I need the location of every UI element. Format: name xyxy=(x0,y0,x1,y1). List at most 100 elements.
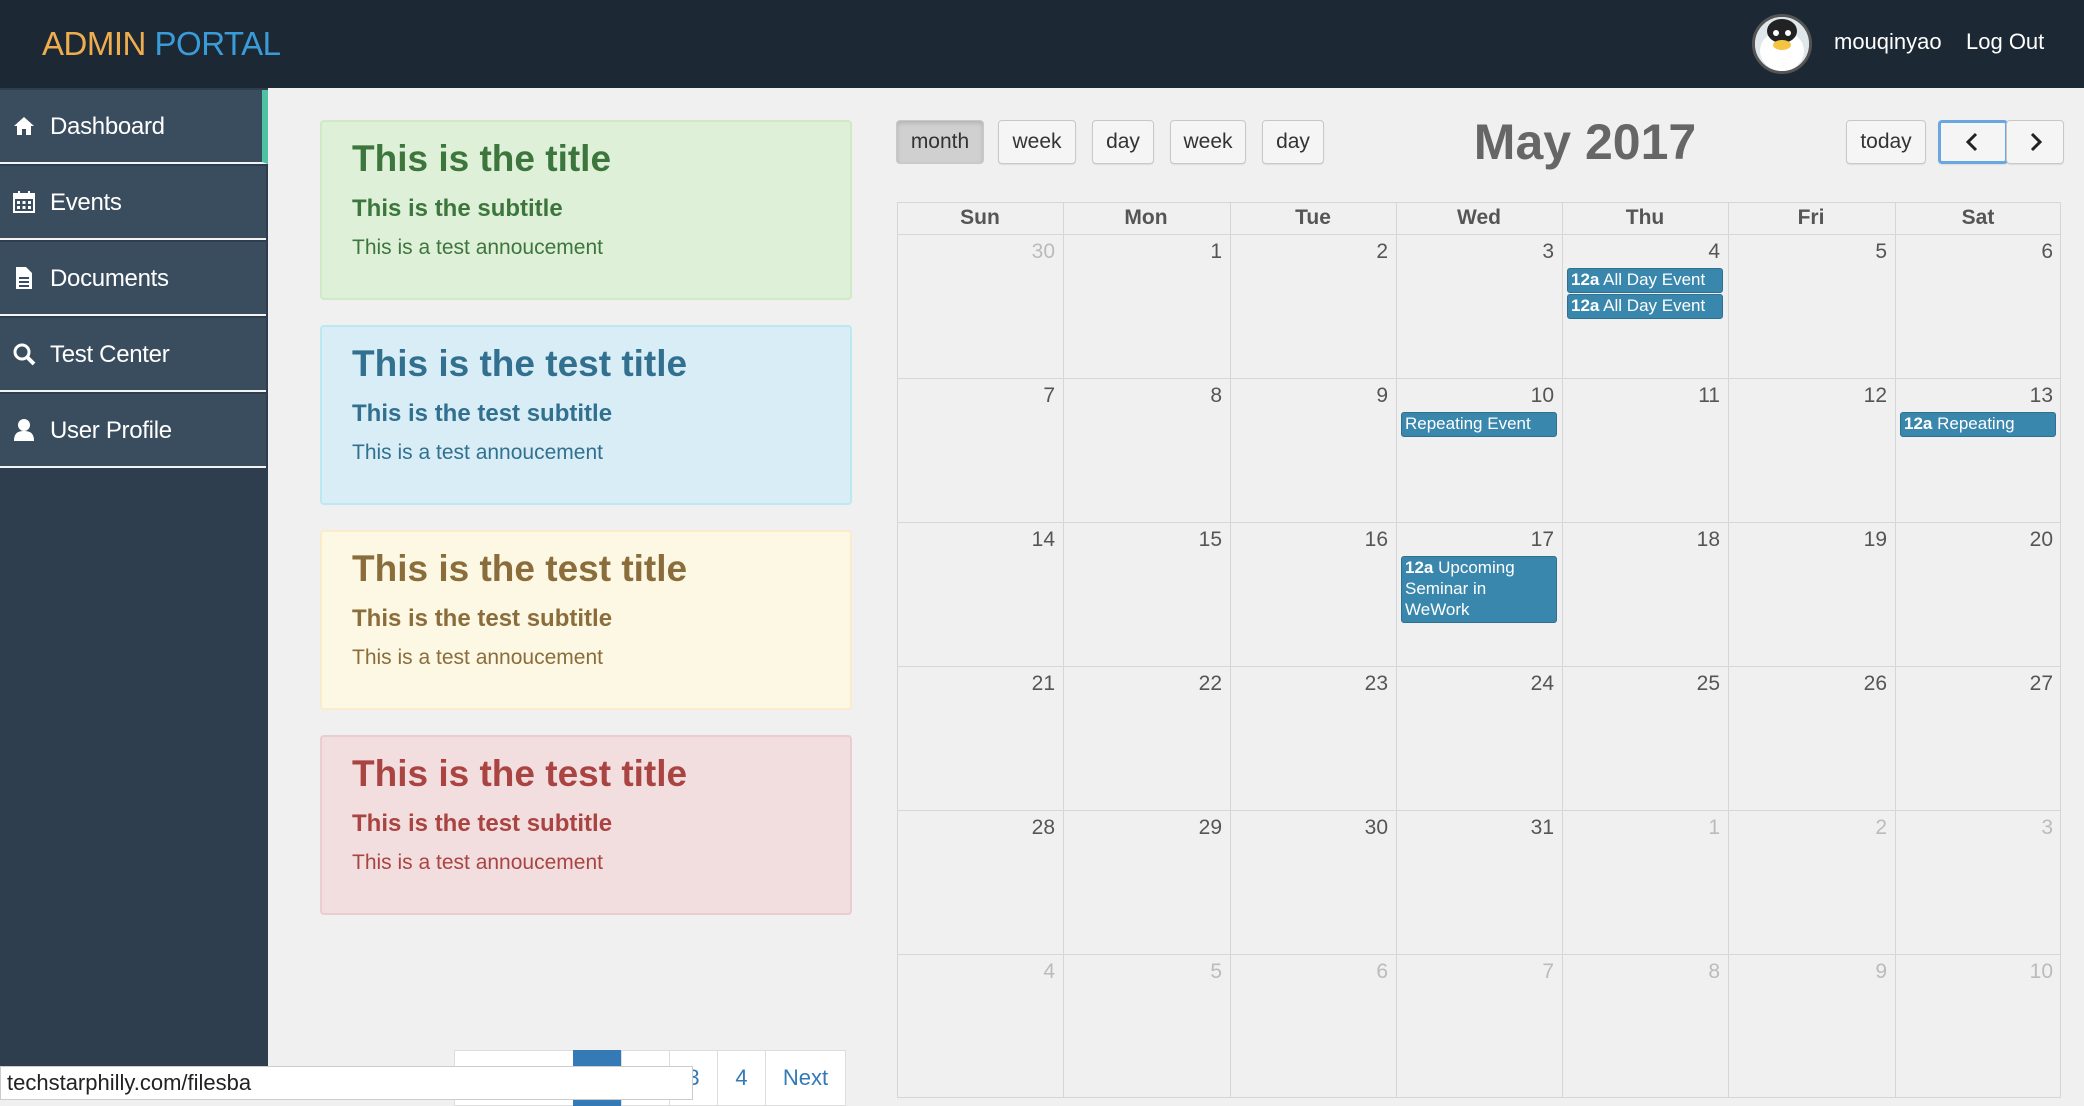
day-number[interactable]: 27 xyxy=(2013,672,2053,696)
day-number[interactable]: 8 xyxy=(1680,960,1720,984)
view-day-button[interactable]: day xyxy=(1092,120,1154,164)
sidebar-item-dashboard[interactable]: Dashboard xyxy=(0,90,268,164)
day-number[interactable]: 6 xyxy=(1348,960,1388,984)
grid-line xyxy=(1063,202,1064,1098)
view-month-button[interactable]: month xyxy=(896,120,984,164)
day-number[interactable]: 1 xyxy=(1182,240,1222,264)
day-number[interactable]: 29 xyxy=(1182,816,1222,840)
sidebar-item-test-center[interactable]: Test Center xyxy=(0,318,266,392)
event-time: 12a xyxy=(1405,558,1434,577)
month-calendar-grid: Sun Mon Tue Wed Thu Fri Sat 30 1 2 3 4 5 6 7 8 9 10 11 12 13… xyxy=(897,202,2061,1098)
grid-line xyxy=(2060,202,2061,1098)
day-number[interactable]: 7 xyxy=(1514,960,1554,984)
day-number[interactable]: 30 xyxy=(1348,816,1388,840)
day-number[interactable]: 10 xyxy=(1514,384,1554,408)
grid-line xyxy=(897,378,2061,379)
announcement-title: This is the test title xyxy=(352,753,688,794)
day-number[interactable]: 30 xyxy=(1015,240,1055,264)
sidebar-item-label: Events xyxy=(50,189,122,216)
calendar-event[interactable]: 12a All Day Event xyxy=(1567,268,1723,293)
day-number[interactable]: 9 xyxy=(1348,384,1388,408)
prev-month-button[interactable] xyxy=(1938,120,2008,164)
announcement-card: This is the title This is the subtitle T… xyxy=(320,120,852,300)
day-number[interactable]: 14 xyxy=(1015,528,1055,552)
day-number[interactable]: 16 xyxy=(1348,528,1388,552)
day-number[interactable]: 5 xyxy=(1847,240,1887,264)
day-number[interactable]: 2 xyxy=(1348,240,1388,264)
chevron-right-icon xyxy=(2030,132,2043,152)
view-list-week-button[interactable]: week xyxy=(1170,120,1246,164)
announcement-subtitle: This is the subtitle xyxy=(352,195,563,222)
announcement-subtitle: This is the test subtitle xyxy=(352,605,613,632)
grid-line xyxy=(1396,202,1397,1098)
day-number[interactable]: 22 xyxy=(1182,672,1222,696)
day-number[interactable]: 28 xyxy=(1015,816,1055,840)
view-week-button[interactable]: week xyxy=(998,120,1076,164)
day-number[interactable]: 12 xyxy=(1847,384,1887,408)
browser-status-url: techstarphilly.com/filesba xyxy=(0,1066,693,1100)
day-number[interactable]: 24 xyxy=(1514,672,1554,696)
view-list-day-button[interactable]: day xyxy=(1262,120,1324,164)
sidebar-item-label: User Profile xyxy=(50,417,172,444)
day-number[interactable]: 15 xyxy=(1182,528,1222,552)
grid-line xyxy=(897,666,2061,667)
calendar-event[interactable]: 12a Repeating Event xyxy=(1900,412,2056,437)
day-number[interactable]: 4 xyxy=(1680,240,1720,264)
brand-admin: ADMIN xyxy=(42,25,146,62)
day-number[interactable]: 26 xyxy=(1847,672,1887,696)
today-button[interactable]: today xyxy=(1846,120,1926,164)
day-number[interactable]: 20 xyxy=(2013,528,2053,552)
day-number[interactable]: 8 xyxy=(1182,384,1222,408)
day-number[interactable]: 19 xyxy=(1847,528,1887,552)
username[interactable]: mouqinyao xyxy=(1834,28,1942,56)
day-number[interactable]: 13 xyxy=(2013,384,2053,408)
announcement-title: This is the test title xyxy=(352,548,688,589)
calendar-event[interactable]: 12a Upcoming Seminar in WeWork xyxy=(1401,556,1557,623)
weekday-header: Fri xyxy=(1797,206,1825,229)
brand-portal: PORTAL xyxy=(154,25,282,62)
calendar-event[interactable]: Repeating Event xyxy=(1401,412,1557,437)
calendar-icon xyxy=(13,191,35,213)
announcement-title: This is the test title xyxy=(352,343,688,384)
day-number[interactable]: 6 xyxy=(2013,240,2053,264)
day-number[interactable]: 10 xyxy=(2013,960,2053,984)
document-icon xyxy=(16,267,32,289)
day-number[interactable]: 11 xyxy=(1680,384,1720,408)
day-number[interactable]: 25 xyxy=(1680,672,1720,696)
event-time: 12a xyxy=(1571,270,1600,289)
day-number[interactable]: 3 xyxy=(2013,816,2053,840)
day-number[interactable]: 5 xyxy=(1182,960,1222,984)
day-number[interactable]: 9 xyxy=(1847,960,1887,984)
grid-line xyxy=(1728,202,1729,1098)
event-title: Repeating Event xyxy=(1405,414,1531,433)
penguin-avatar-icon xyxy=(1755,17,1809,71)
day-number[interactable]: 3 xyxy=(1514,240,1554,264)
day-number[interactable]: 4 xyxy=(1015,960,1055,984)
brand-logo[interactable]: ADMIN PORTAL xyxy=(42,22,281,66)
chevron-left-icon xyxy=(1965,132,1978,152)
day-number[interactable]: 18 xyxy=(1680,528,1720,552)
sidebar-item-events[interactable]: Events xyxy=(0,166,266,240)
day-number[interactable]: 7 xyxy=(1015,384,1055,408)
day-number[interactable]: 17 xyxy=(1514,528,1554,552)
sidebar-item-documents[interactable]: Documents xyxy=(0,242,266,316)
announcement-card: This is the test title This is the test … xyxy=(320,325,852,505)
sidebar-item-user-profile[interactable]: User Profile xyxy=(0,394,266,468)
weekday-header: Thu xyxy=(1625,206,1665,229)
event-time: 12a xyxy=(1571,296,1600,315)
announcement-subtitle: This is the test subtitle xyxy=(352,810,613,837)
calendar-event[interactable]: 12a All Day Event xyxy=(1567,294,1723,319)
event-time: 12a xyxy=(1904,414,1933,433)
day-number[interactable]: 21 xyxy=(1015,672,1055,696)
search-icon xyxy=(13,343,36,366)
day-number[interactable]: 2 xyxy=(1847,816,1887,840)
announcement-body: This is a test annoucement xyxy=(352,851,603,874)
day-number[interactable]: 31 xyxy=(1514,816,1554,840)
day-number[interactable]: 1 xyxy=(1680,816,1720,840)
avatar[interactable] xyxy=(1752,14,1812,74)
logout-link[interactable]: Log Out xyxy=(1966,28,2044,56)
event-title: All Day Event xyxy=(1603,296,1706,315)
weekday-header: Tue xyxy=(1295,206,1331,229)
next-month-button[interactable] xyxy=(2006,120,2064,164)
day-number[interactable]: 23 xyxy=(1348,672,1388,696)
